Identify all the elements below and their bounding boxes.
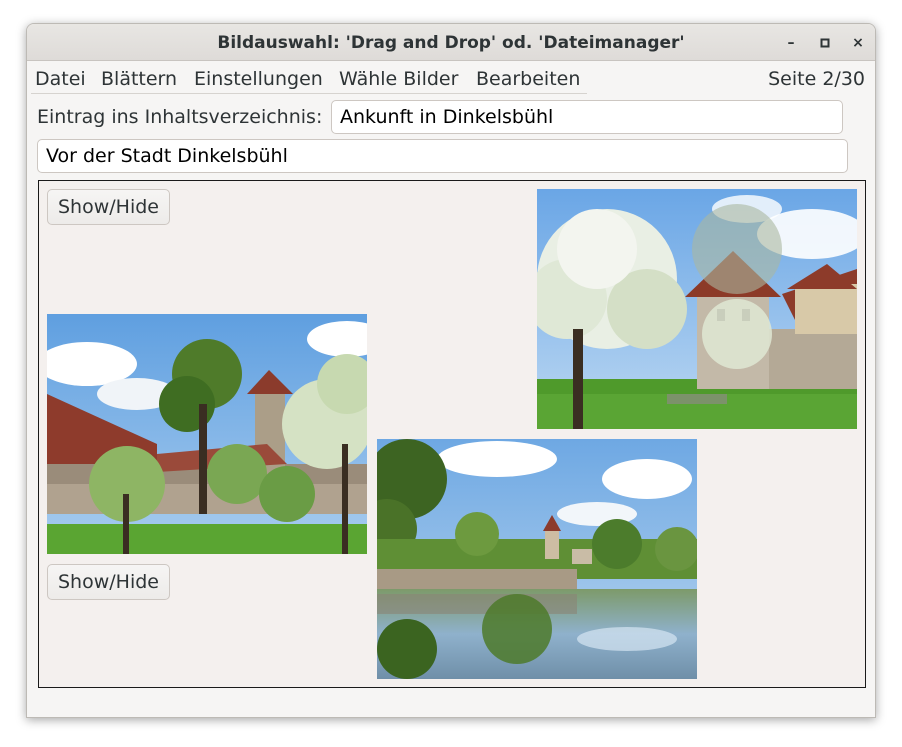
page-indicator: Seite 2/30 <box>768 68 865 90</box>
show-hide-button[interactable]: Show/Hide <box>47 189 170 225</box>
maximize-icon[interactable] <box>814 32 836 54</box>
menu-waehle-bilder[interactable]: Wähle Bilder <box>339 68 458 90</box>
app-window: Bildauswahl: 'Drag and Drop' od. 'Dateim… <box>26 23 876 718</box>
caption-input[interactable]: Vor der Stadt Dinkelsbühl <box>37 139 848 173</box>
title-bar[interactable]: Bildauswahl: 'Drag and Drop' od. 'Dateim… <box>27 24 875 61</box>
menu-einstellungen[interactable]: Einstellungen <box>194 68 323 90</box>
close-icon[interactable]: × <box>847 32 869 54</box>
photo-blossom-tree-tower[interactable] <box>537 189 857 429</box>
minimize-icon[interactable]: – <box>780 32 802 54</box>
photo-pond-reflection[interactable] <box>377 439 697 679</box>
toc-entry-input[interactable]: Ankunft in Dinkelsbühl <box>331 100 843 134</box>
window-title: Bildauswahl: 'Drag and Drop' od. 'Dateim… <box>217 33 685 53</box>
menu-bearbeiten[interactable]: Bearbeiten <box>476 68 580 90</box>
image-canvas[interactable]: Show/Hide Show/Hide <box>38 180 866 688</box>
menu-blaettern[interactable]: Blättern <box>101 68 177 90</box>
toc-label: Eintrag ins Inhaltsverzeichnis: <box>37 106 323 128</box>
show-hide-button-2[interactable]: Show/Hide <box>47 564 170 600</box>
menu-datei[interactable]: Datei <box>35 68 86 90</box>
photo-town-wall[interactable] <box>47 314 367 554</box>
menu-divider <box>31 93 587 94</box>
menu-bar: Datei Blättern Einstellungen Wähle Bilde… <box>27 62 875 94</box>
